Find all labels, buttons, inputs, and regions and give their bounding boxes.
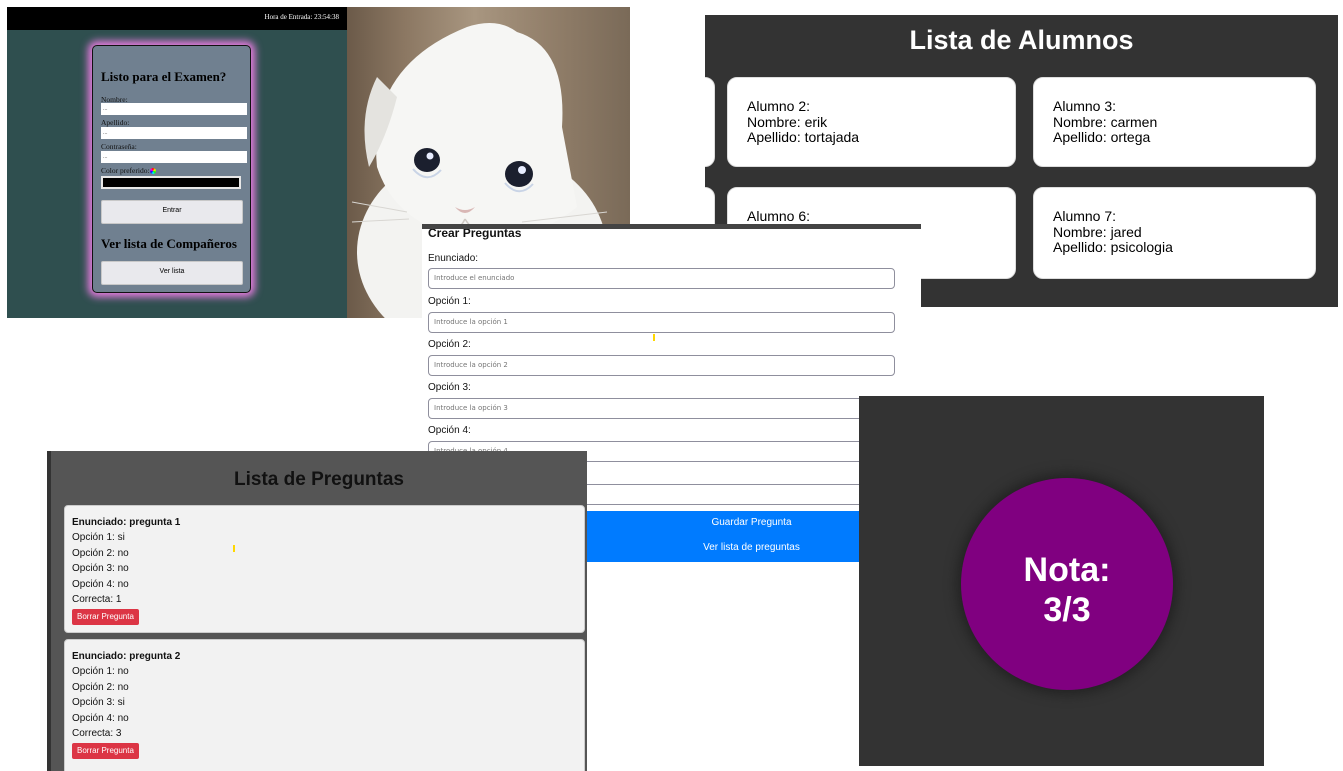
question-option: Opción 3: si (72, 697, 125, 709)
alumno-header: Alumno 2: (747, 98, 811, 114)
alumno-card-partial (705, 77, 715, 167)
question-option: Opción 4: no (72, 578, 129, 590)
apellido-label: Apellido: (101, 118, 130, 127)
alumno-header: Alumno 7: (1053, 208, 1117, 224)
opcion1-label: Opción 1: (428, 296, 471, 307)
question-option: Opción 3: no (72, 563, 129, 575)
opcion1-input[interactable]: Introduce la opción 1 (428, 312, 895, 333)
alumno-apellido: Apellido: tortajada (747, 129, 860, 145)
alumno-card: Alumno 2: Nombre: erik Apellido: tortaja… (727, 77, 1016, 167)
form-title: Listo para el Examen? (101, 69, 227, 84)
alumno-header: Alumno 6: (747, 208, 811, 224)
login-panel: Hora de Entrada: 23:54:38 Listo para el … (7, 7, 347, 318)
grade-circle: Nota: 3/3 (961, 478, 1173, 690)
opcion4-label: Opción 4: (428, 425, 471, 436)
color-picker[interactable] (101, 176, 241, 189)
opcion2-input[interactable]: Introduce la opción 2 (428, 355, 895, 376)
opcion3-input[interactable]: Introduce la opción 3 (428, 398, 895, 419)
enter-button[interactable]: Entrar (101, 200, 243, 224)
alumno-apellido: Apellido: ortega (1053, 129, 1151, 145)
question-correct: Correcta: 3 (72, 728, 122, 740)
view-list-button[interactable]: Ver lista (101, 261, 243, 285)
question-statement: Enunciado: pregunta 1 (72, 517, 181, 528)
question-card: Enunciado: pregunta 2 Opción 1: no Opció… (64, 639, 585, 771)
alumno-nombre: Nombre: carmen (1053, 113, 1158, 130)
apellido-input[interactable]: ... (101, 127, 247, 139)
alumno-nombre: Nombre: jared (1053, 223, 1142, 240)
color-label-text: Color preferido: (101, 166, 150, 175)
preguntas-title: Lista de Preguntas (234, 469, 404, 490)
password-input[interactable]: ... (101, 151, 247, 163)
grade-value: 3/3 (1043, 591, 1091, 629)
opcion2-label: Opción 2: (428, 339, 471, 350)
alumno-apellido: Apellido: psicologia (1053, 239, 1173, 255)
question-correct: Correcta: 1 (72, 594, 122, 606)
nota-panel: Nota: 3/3 (859, 396, 1264, 766)
question-card: Enunciado: pregunta 1 Opción 1: si Opció… (64, 505, 585, 633)
preguntas-panel: Lista de Preguntas Enunciado: pregunta 1… (47, 451, 587, 771)
companions-title: Ver lista de Compañeros (101, 236, 237, 251)
grade-text: Nota: 3/3 (961, 550, 1173, 630)
delete-question-button[interactable]: Borrar Pregunta (72, 743, 139, 760)
color-wheel-icon (149, 168, 156, 175)
entry-time: Hora de Entrada: 23:54:38 (264, 13, 339, 21)
question-option: Opción 1: no (72, 666, 129, 678)
enunciado-input[interactable]: Introduce el enunciado (428, 268, 895, 289)
question-statement: Enunciado: pregunta 2 (72, 651, 181, 662)
alumnos-title: Lista de Alumnos (909, 25, 1134, 55)
question-option: Opción 2: no (72, 547, 129, 559)
top-bar: Hora de Entrada: 23:54:38 (7, 7, 347, 30)
crear-title: Crear Preguntas (428, 226, 522, 240)
question-option: Opción 1: si (72, 532, 125, 544)
login-form: Listo para el Examen? Nombre: ... Apelli… (92, 45, 251, 293)
question-option: Opción 4: no (72, 712, 129, 724)
grade-label: Nota: (1023, 551, 1111, 589)
nombre-input[interactable]: ... (101, 103, 247, 115)
alumno-nombre: Nombre: erik (747, 113, 828, 130)
enunciado-label: Enunciado: (428, 253, 479, 264)
alumno-header: Alumno 3: (1053, 98, 1117, 114)
question-option: Opción 2: no (72, 681, 129, 693)
delete-question-button[interactable]: Borrar Pregunta (72, 609, 139, 626)
alumno-card: Alumno 3: Nombre: carmen Apellido: orteg… (1033, 77, 1316, 167)
color-label: Color preferido: (101, 166, 156, 175)
text-cursor (653, 334, 655, 341)
password-label: Contraseña: (101, 142, 137, 151)
alumno-card: Alumno 7: Nombre: jared Apellido: psicol… (1033, 187, 1316, 279)
opcion3-label: Opción 3: (428, 382, 471, 393)
text-cursor (233, 545, 235, 552)
